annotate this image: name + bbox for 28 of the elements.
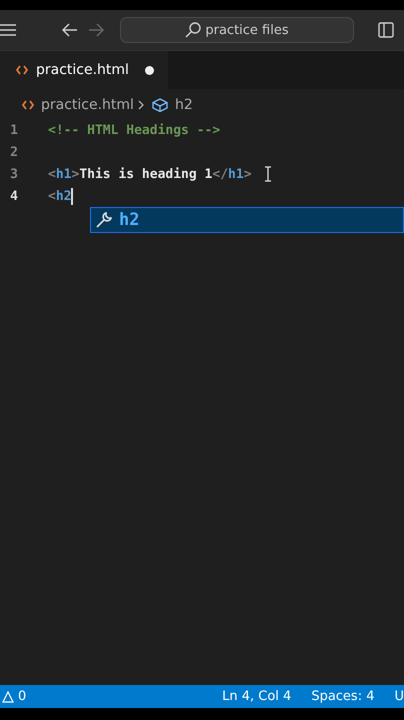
wrench-icon [95, 211, 113, 229]
code-line: <!-- HTML Headings --> [48, 122, 220, 138]
warning-icon[interactable] [2, 690, 14, 702]
back-arrow-icon[interactable] [62, 23, 78, 37]
forward-arrow-icon[interactable] [88, 23, 104, 37]
panel-layout-icon[interactable] [378, 22, 394, 38]
search-field[interactable]: practice files [120, 17, 354, 43]
status-item[interactable]: Ln 4, Col 4 [222, 689, 292, 704]
line-number: 1 [9, 122, 19, 138]
status-item[interactable]: Spaces: 4 [311, 689, 374, 704]
menu-icon[interactable] [0, 24, 16, 36]
suggestion-item[interactable]: h2 [90, 207, 404, 233]
line-number: 4 [9, 188, 19, 204]
code-brackets-icon [16, 65, 28, 75]
line-number: 2 [9, 144, 19, 160]
breadcrumb-item[interactable]: h2 [174, 97, 193, 113]
warning-count[interactable]: 0 [18, 689, 26, 704]
search-icon [185, 22, 202, 38]
cube-icon [152, 98, 168, 112]
i-beam-cursor-icon [264, 166, 272, 182]
status-item[interactable]: U [394, 689, 404, 704]
code-line: <h2 [48, 188, 74, 204]
breadcrumb-item[interactable]: practice.html [41, 97, 134, 113]
chevron-icon [136, 99, 145, 111]
code-brackets-icon [22, 100, 34, 110]
line-number: 3 [9, 166, 19, 182]
editor-tab[interactable]: practice.html [0, 51, 168, 89]
code-line: <h1>This is heading 1</h1> [48, 166, 252, 182]
